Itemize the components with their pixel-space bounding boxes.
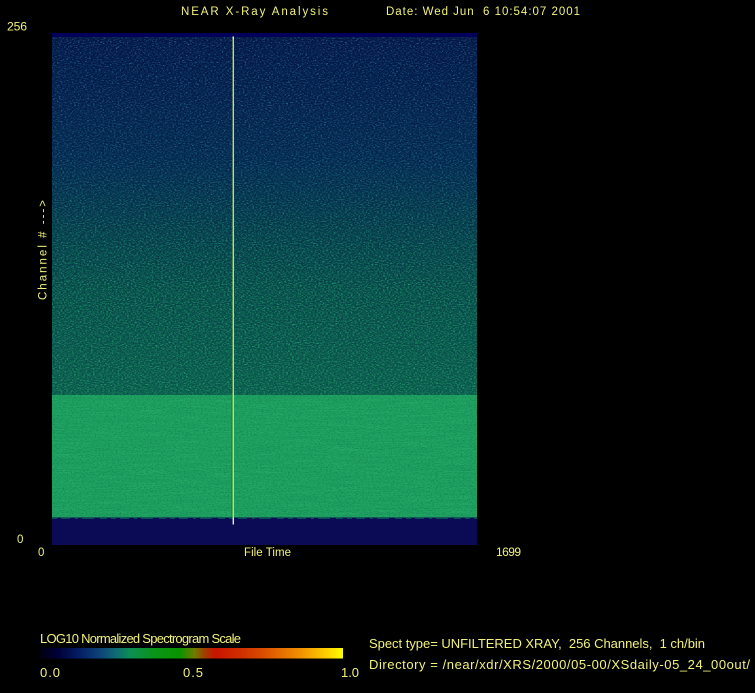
svg-text:256: 256 xyxy=(7,19,27,33)
svg-text:1699: 1699 xyxy=(496,545,521,559)
svg-text:0.0: 0.0 xyxy=(40,665,60,680)
svg-text:File Time: File Time xyxy=(244,547,291,559)
svg-text:0: 0 xyxy=(38,547,44,559)
svg-text:Channel # --->: Channel # ---> xyxy=(38,200,50,300)
svg-text:0.5: 0.5 xyxy=(183,665,203,680)
svg-text:NEAR X-Ray Analysis: NEAR X-Ray Analysis xyxy=(181,6,328,18)
svg-text:1.0: 1.0 xyxy=(341,665,359,680)
svg-text:0: 0 xyxy=(17,534,23,546)
svg-text:Directory = /near/xdr/XRS/2000: Directory = /near/xdr/XRS/2000/05-00/XSd… xyxy=(369,657,750,672)
svg-text:LOG10 Normalized Spectrogram S: LOG10 Normalized Spectrogram Scale xyxy=(40,631,241,646)
svg-text:Date: Wed Jun 6 10:54:07 2001: Date: Wed Jun 6 10:54:07 2001 xyxy=(386,6,580,18)
svg-text:Spect type= UNFILTERED XRAY,: Spect type= UNFILTERED XRAY, 256 Channel… xyxy=(369,636,705,651)
